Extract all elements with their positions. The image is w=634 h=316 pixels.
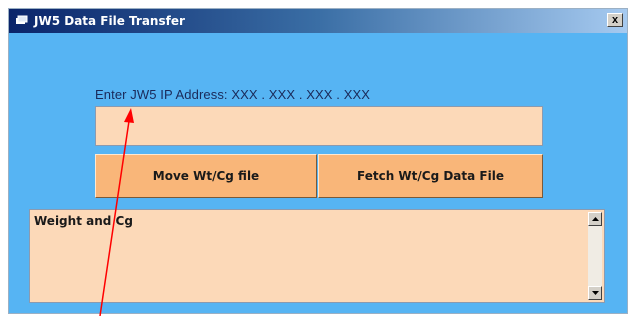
ip-address-label: Enter JW5 IP Address: XXX . XXX . XXX . … — [95, 87, 371, 102]
scroll-down-arrow-icon[interactable] — [588, 286, 602, 300]
scroll-up-arrow-icon[interactable] — [588, 212, 602, 226]
fetch-wtcg-data-file-button[interactable]: Fetch Wt/Cg Data File — [318, 154, 543, 198]
output-text: Weight and Cg — [34, 214, 133, 228]
output-textarea[interactable]: Weight and Cg — [29, 209, 605, 303]
title-bar[interactable]: JW5 Data File Transfer x — [9, 9, 627, 33]
app-icon — [15, 14, 29, 28]
move-wtcg-file-button[interactable]: Move Wt/Cg file — [95, 154, 317, 198]
dialog-window: JW5 Data File Transfer x Enter JW5 IP Ad… — [8, 8, 628, 314]
vertical-scrollbar[interactable] — [588, 212, 602, 300]
close-icon: x — [611, 13, 619, 26]
window-title: JW5 Data File Transfer — [34, 14, 185, 28]
ip-address-input[interactable] — [95, 106, 543, 146]
close-button[interactable]: x — [607, 13, 623, 27]
